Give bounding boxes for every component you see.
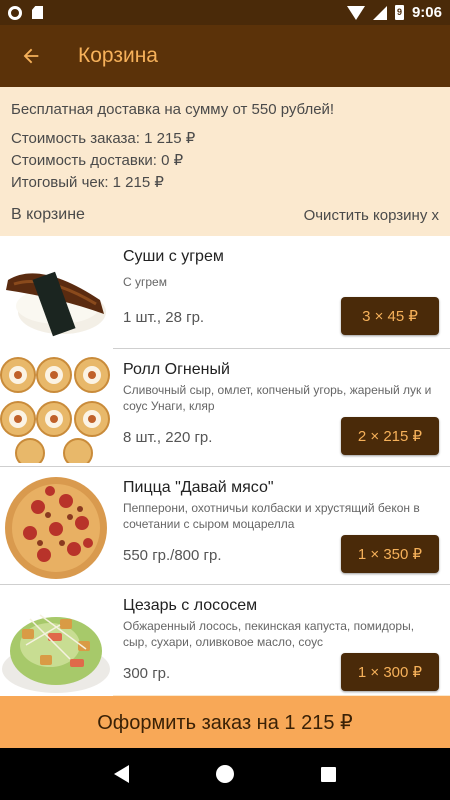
checkout-button[interactable]: Оформить заказ на 1 215 ₽: [0, 696, 450, 748]
page-title: Корзина: [78, 44, 158, 67]
item-description: С угрем: [123, 275, 167, 289]
caesar-salad-image: [0, 589, 113, 699]
sushi-eel-image: [0, 240, 113, 350]
system-nav-bar: [0, 748, 450, 800]
clear-cart-button[interactable]: Очистить корзину x: [304, 207, 439, 224]
fire-roll-image: [0, 353, 113, 463]
arrow-left-icon: [23, 48, 39, 64]
item-name: Цезарь с лососем: [123, 597, 258, 614]
pizza-image: [0, 471, 113, 581]
cart-header: В корзине Очистить корзину x: [0, 200, 450, 230]
notification-ring-icon: [8, 5, 22, 20]
nav-back-icon[interactable]: [113, 765, 129, 783]
cart-list: Суши с угрем С угрем 1 шт., 28 гр. 3 × 4…: [0, 236, 450, 699]
app-bar: Корзина: [0, 25, 450, 87]
quantity-price-button[interactable]: 1 × 350 ₽: [341, 535, 439, 573]
cart-label: В корзине: [11, 206, 85, 223]
back-button[interactable]: [0, 25, 62, 87]
quantity-price-button[interactable]: 3 × 45 ₽: [341, 297, 439, 335]
nav-recent-apps-icon[interactable]: [321, 766, 337, 782]
item-description: Сливочный сыр, омлет, копченый угорь, жа…: [123, 383, 432, 413]
item-weight: 1 шт., 28 гр.: [123, 309, 205, 326]
cart-item[interactable]: Суши с угрем С угрем 1 шт., 28 гр. 3 × 4…: [0, 236, 450, 350]
nav-home-icon[interactable]: [215, 765, 234, 783]
item-weight: 8 шт., 220 гр.: [123, 429, 213, 446]
item-description: Обжаренный лосось, пекинская капуста, по…: [123, 619, 415, 649]
item-name: Ролл Огненый: [123, 361, 230, 378]
sd-card-icon: [32, 6, 43, 19]
delivery-cost: Стоимость доставки: 0 ₽: [11, 152, 184, 169]
quantity-price-button[interactable]: 2 × 215 ₽: [341, 417, 439, 455]
item-weight: 300 гр.: [123, 665, 171, 682]
battery-icon: 9: [394, 5, 404, 20]
status-bar: 9 9:06: [0, 0, 450, 25]
cart-item[interactable]: Пицца "Давай мясо" Пепперони, охотничьи …: [0, 467, 450, 585]
item-description: Пепперони, охотничьи колбаски и хрустящи…: [123, 501, 420, 531]
cart-item[interactable]: Цезарь с лососем Обжаренный лосось, пеки…: [0, 585, 450, 699]
item-weight: 550 гр./800 гр.: [123, 547, 222, 564]
wifi-icon: [346, 5, 365, 20]
item-name: Суши с угрем: [123, 248, 224, 265]
order-cost: Стоимость заказа: 1 215 ₽: [11, 130, 196, 147]
quantity-price-button[interactable]: 1 × 300 ₽: [341, 653, 439, 691]
total-cost: Итоговый чек: 1 215 ₽: [11, 174, 164, 191]
signal-icon: [372, 5, 387, 20]
clock: 9:06: [411, 4, 442, 21]
free-delivery-promo: Бесплатная доставка на сумму от 550 рубл…: [11, 101, 335, 118]
item-name: Пицца "Давай мясо": [123, 479, 274, 496]
cart-item[interactable]: Ролл Огненый Сливочный сыр, омлет, копче…: [0, 349, 450, 467]
